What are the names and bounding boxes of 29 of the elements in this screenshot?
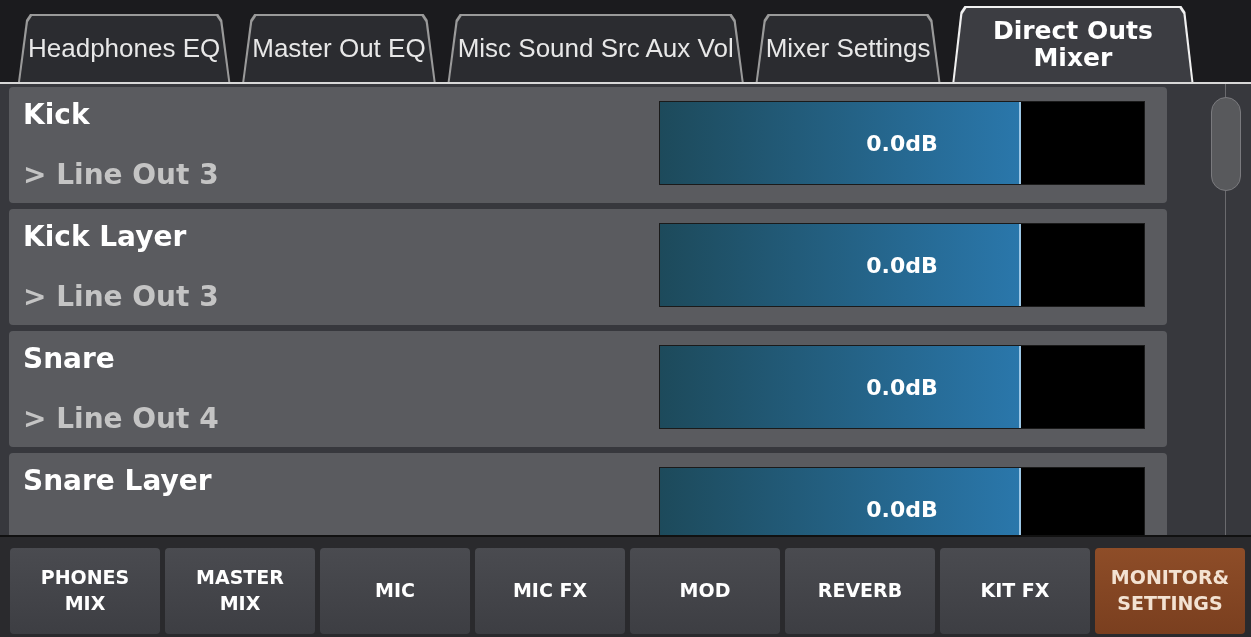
channel-name: Snare Layer bbox=[23, 464, 213, 498]
level-slider[interactable]: 0.0dB bbox=[659, 467, 1145, 535]
nav-button[interactable]: MIC bbox=[320, 548, 470, 634]
level-slider[interactable]: 0.0dB bbox=[659, 345, 1145, 429]
nav-button[interactable]: REVERB bbox=[785, 548, 935, 634]
channel-name: Snare bbox=[23, 342, 116, 376]
tab[interactable]: Headphones EQ bbox=[12, 14, 237, 82]
nav-button[interactable]: KIT FX bbox=[940, 548, 1090, 634]
level-slider[interactable]: 0.0dB bbox=[659, 223, 1145, 307]
nav-button[interactable]: MONITOR& SETTINGS bbox=[1095, 548, 1245, 634]
level-reading: 0.0dB bbox=[866, 130, 938, 156]
output-label: > Line Out 4 bbox=[23, 402, 220, 436]
output-label: > Line Out 3 bbox=[23, 158, 220, 192]
tab[interactable]: Mixer Settings bbox=[749, 14, 947, 82]
level-slider[interactable]: 0.0dB bbox=[659, 101, 1145, 185]
level-reading: 0.0dB bbox=[866, 374, 938, 400]
nav-button[interactable]: PHONES MIX bbox=[10, 548, 160, 634]
level-reading: 0.0dB bbox=[866, 496, 938, 522]
channel-name: Kick bbox=[23, 98, 91, 132]
tab[interactable]: Master Out EQ bbox=[236, 14, 442, 82]
scroll-thumb[interactable] bbox=[1211, 97, 1241, 191]
nav-button[interactable]: MIC FX bbox=[475, 548, 625, 634]
tab[interactable]: Misc Sound Src Aux Vol bbox=[441, 14, 750, 82]
output-label: > Line Out 3 bbox=[23, 280, 220, 314]
nav-button[interactable]: MASTER MIX bbox=[165, 548, 315, 634]
nav-button[interactable]: MOD bbox=[630, 548, 780, 634]
tab[interactable]: Direct Outs Mixer bbox=[946, 6, 1200, 82]
level-reading: 0.0dB bbox=[866, 252, 938, 278]
channel-name: Kick Layer bbox=[23, 220, 188, 254]
